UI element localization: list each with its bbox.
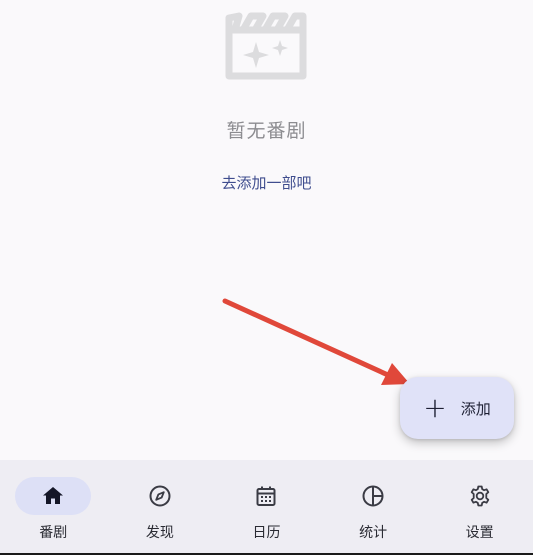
home-icon xyxy=(43,487,64,504)
calendar-icon xyxy=(256,486,276,506)
nav-item-discover[interactable]: 发现 xyxy=(107,460,214,553)
nav-label-discover: 发现 xyxy=(145,525,174,541)
nav-label-anime: 番剧 xyxy=(39,525,68,541)
plus-icon: + xyxy=(423,391,447,424)
nav-item-stats[interactable]: 统计 xyxy=(320,460,427,553)
nav-label-calendar: 日历 xyxy=(252,525,281,541)
add-first-item-link[interactable]: 去添加一部吧 xyxy=(0,172,533,193)
nav-label-settings: 设置 xyxy=(465,525,494,541)
nav-active-indicator xyxy=(15,477,92,515)
nav-item-calendar[interactable]: 日历 xyxy=(213,460,320,553)
movie-clapper-sparkle-icon xyxy=(225,12,307,80)
gear-icon xyxy=(470,485,489,507)
nav-item-anime[interactable]: 番剧 xyxy=(0,460,107,553)
pie-chart-icon xyxy=(362,485,384,507)
empty-state-title: 暂无番剧 xyxy=(226,120,307,142)
add-fab-label: 添加 xyxy=(460,399,491,418)
bottom-navigation: 番剧 发现 日历 统计 设置 xyxy=(0,460,533,553)
app-screen: 暂无番剧 去添加一部吧 + 添加 番剧 发现 日历 统计 设置 xyxy=(0,0,533,555)
nav-label-stats: 统计 xyxy=(359,525,388,541)
add-fab-button[interactable]: + 添加 xyxy=(400,377,514,439)
nav-item-settings[interactable]: 设置 xyxy=(426,460,533,553)
compass-icon xyxy=(149,485,171,507)
